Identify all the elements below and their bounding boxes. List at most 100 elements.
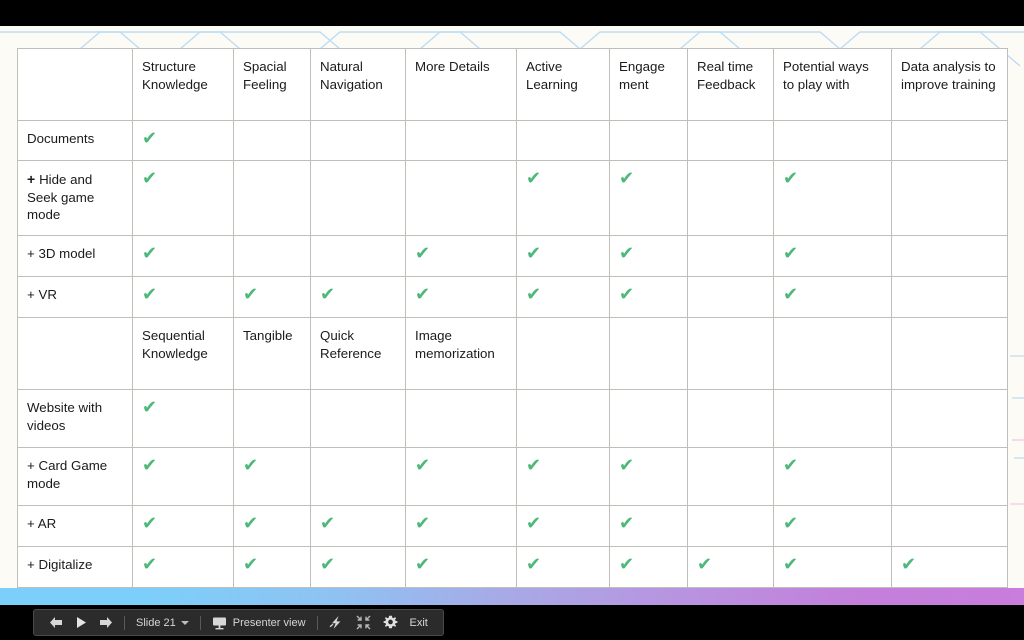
slide-number-dropdown[interactable]: Slide 21: [130, 612, 195, 633]
matrix-cell-empty: [891, 235, 1008, 277]
matrix-header-cell: Potential ways to play with: [773, 48, 892, 121]
table-row: + VR ✔ ✔ ✔ ✔ ✔ ✔ ✔: [17, 276, 1008, 318]
settings-button[interactable]: [377, 612, 404, 633]
matrix-header-cell: Sequential Knowledge: [132, 317, 234, 390]
matrix-cell-empty: [609, 389, 688, 448]
matrix-cell-checked: ✔: [773, 546, 892, 588]
matrix-cell-empty: [891, 505, 1008, 547]
check-icon: ✔: [142, 243, 158, 264]
header-text-line: Quick: [320, 328, 354, 343]
matrix-cell-checked: ✔: [516, 235, 610, 277]
matrix-cell-empty: [405, 120, 517, 161]
row-label-line: Documents: [27, 131, 95, 146]
presenter-view-button[interactable]: Presenter view: [206, 612, 312, 633]
matrix-cell-checked: ✔: [310, 546, 406, 588]
check-icon: ✔: [142, 455, 158, 476]
check-icon: ✔: [526, 554, 542, 575]
matrix-cell-checked: ✔: [132, 160, 234, 236]
check-icon: ✔: [526, 243, 542, 264]
matrix-cell-empty: [405, 160, 517, 236]
matrix-cell-empty: [891, 447, 1008, 506]
matrix-cell-checked: ✔: [609, 235, 688, 277]
chevron-down-icon: [180, 620, 189, 625]
matrix-cell-checked: ✔: [132, 276, 234, 318]
check-icon: ✔: [415, 284, 431, 305]
row-label-line: + Hide and: [27, 171, 93, 187]
matrix-cell-checked: ✔: [233, 276, 311, 318]
check-icon: ✔: [320, 554, 336, 575]
row-label-cell: + Digitalize: [17, 546, 133, 588]
matrix-cell-checked: ✔: [233, 447, 311, 506]
next-slide-button[interactable]: [93, 612, 119, 633]
row-label-cell: + AR: [17, 505, 133, 547]
matrix-cell-empty: [310, 120, 406, 161]
header-text-line: improve training: [901, 76, 996, 92]
matrix-cell-checked: ✔: [516, 447, 610, 506]
matrix-cell-checked: ✔: [405, 276, 517, 318]
check-icon: ✔: [619, 284, 635, 305]
matrix-cell-checked: ✔: [405, 235, 517, 277]
check-icon: ✔: [783, 455, 799, 476]
matrix-cell-empty: [233, 235, 311, 277]
matrix-corner-cell: [17, 317, 133, 390]
header-text-line: ment: [619, 76, 649, 92]
slide-number-label: Slide 21: [136, 616, 176, 629]
arrow-right-icon: [100, 617, 112, 628]
matrix-cell-checked: ✔: [132, 120, 234, 161]
matrix-cell-empty: [891, 276, 1008, 318]
row-label-line: + VR: [27, 287, 57, 302]
matrix-header-cell: Natural Navigation: [310, 48, 406, 121]
header-text-line: Spacial: [243, 59, 287, 74]
table-row: + Card Game mode ✔ ✔ ✔ ✔ ✔ ✔: [17, 447, 1008, 506]
matrix-cell-checked: ✔: [687, 546, 774, 588]
check-icon: ✔: [526, 513, 542, 534]
matrix-cell-checked: ✔: [310, 505, 406, 547]
matrix-header-cell: [891, 317, 1008, 390]
matrix-header-cell: More Details: [405, 48, 517, 121]
row-label-cell: + 3D model: [17, 235, 133, 277]
matrix-cell-checked: ✔: [132, 505, 234, 547]
matrix-header-cell: Data analysis to improve training: [891, 48, 1008, 121]
check-icon: ✔: [243, 554, 259, 575]
matrix-header-cell: [609, 317, 688, 390]
matrix-cell-checked: ✔: [516, 505, 610, 547]
check-icon: ✔: [697, 554, 713, 575]
matrix-cell-checked: ✔: [609, 505, 688, 547]
matrix-header-row: Structure Knowledge Spacial Feeling Natural N…: [17, 48, 1008, 121]
exit-button[interactable]: Exit: [404, 612, 434, 633]
matrix-cell-checked: ✔: [891, 546, 1008, 588]
toolbar-divider-3: [316, 615, 318, 630]
check-icon: ✔: [142, 554, 158, 575]
header-text-line: Active: [526, 59, 563, 74]
matrix-header-cell: Spacial Feeling: [233, 48, 311, 121]
arrow-left-icon: [50, 617, 62, 628]
header-text-line: Learning: [526, 76, 578, 92]
matrix-header-cell: [516, 317, 610, 390]
matrix-cell-checked: ✔: [773, 505, 892, 547]
header-text-line: Natural: [320, 59, 363, 74]
check-icon: ✔: [783, 554, 799, 575]
matrix-cell-checked: ✔: [405, 546, 517, 588]
check-icon: ✔: [142, 128, 158, 149]
matrix-cell-empty: [233, 389, 311, 448]
matrix-cell-checked: ✔: [405, 505, 517, 547]
laser-pointer-button[interactable]: [323, 612, 350, 633]
exit-fullscreen-button[interactable]: [350, 612, 377, 633]
matrix-cell-empty: [687, 120, 774, 161]
screen: Structure Knowledge Spacial Feeling Natural N…: [0, 0, 1024, 640]
play-slideshow-button[interactable]: [69, 612, 93, 633]
check-icon: ✔: [619, 243, 635, 264]
matrix-cell-checked: ✔: [516, 160, 610, 236]
matrix-cell-checked: ✔: [233, 546, 311, 588]
header-text-line: Navigation: [320, 76, 383, 92]
matrix-cell-empty: [773, 389, 892, 448]
check-icon: ✔: [783, 243, 799, 264]
matrix-table: Structure Knowledge Spacial Feeling Natural N…: [17, 48, 1008, 588]
matrix-cell-empty: [687, 505, 774, 547]
matrix-cell-empty: [233, 160, 311, 236]
matrix-cell-checked: ✔: [310, 276, 406, 318]
matrix-cell-checked: ✔: [132, 235, 234, 277]
header-text-line: Structure: [142, 59, 196, 74]
previous-slide-button[interactable]: [43, 612, 69, 633]
presenter-screen-icon: [212, 617, 226, 629]
